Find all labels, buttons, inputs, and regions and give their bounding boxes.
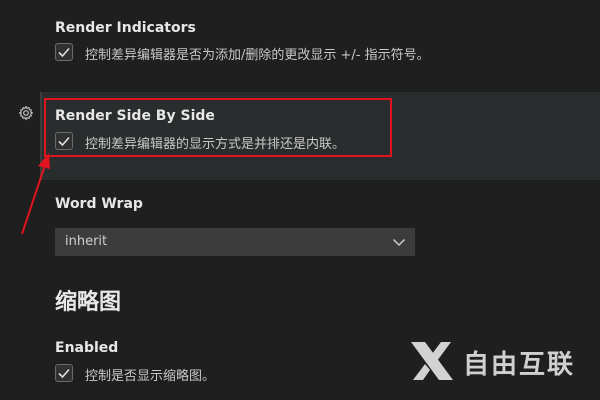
word-wrap-value: inherit	[65, 234, 108, 249]
word-wrap-title: Word Wrap	[55, 196, 143, 212]
chevron-down-icon	[392, 238, 406, 247]
word-wrap-select[interactable]: inherit	[55, 228, 415, 256]
gear-icon[interactable]	[18, 105, 34, 121]
watermark-logo: 自由互联	[405, 336, 595, 386]
watermark-text: 自由互联	[463, 350, 576, 380]
render-indicators-title: Render Indicators	[55, 20, 196, 36]
arrow-annotation	[21, 153, 50, 235]
minimap-enabled-title: Enabled	[55, 340, 119, 356]
settings-page: Render Indicators 控制差异编辑器是否为添加/删除的更改显示 +…	[0, 0, 600, 400]
minimap-enabled-checkbox[interactable]	[55, 364, 73, 382]
x-logo-icon	[411, 342, 453, 380]
checkmark-icon	[58, 47, 70, 58]
render-indicators-checkbox[interactable]	[55, 43, 73, 61]
render-indicators-description: 控制差异编辑器是否为添加/删除的更改显示 +/- 指示符号。	[85, 48, 430, 63]
minimap-enabled-description: 控制是否显示缩略图。	[85, 369, 216, 384]
minimap-section-title: 缩略图	[55, 290, 122, 315]
highlight-box	[44, 98, 392, 157]
checkmark-icon	[58, 368, 70, 379]
